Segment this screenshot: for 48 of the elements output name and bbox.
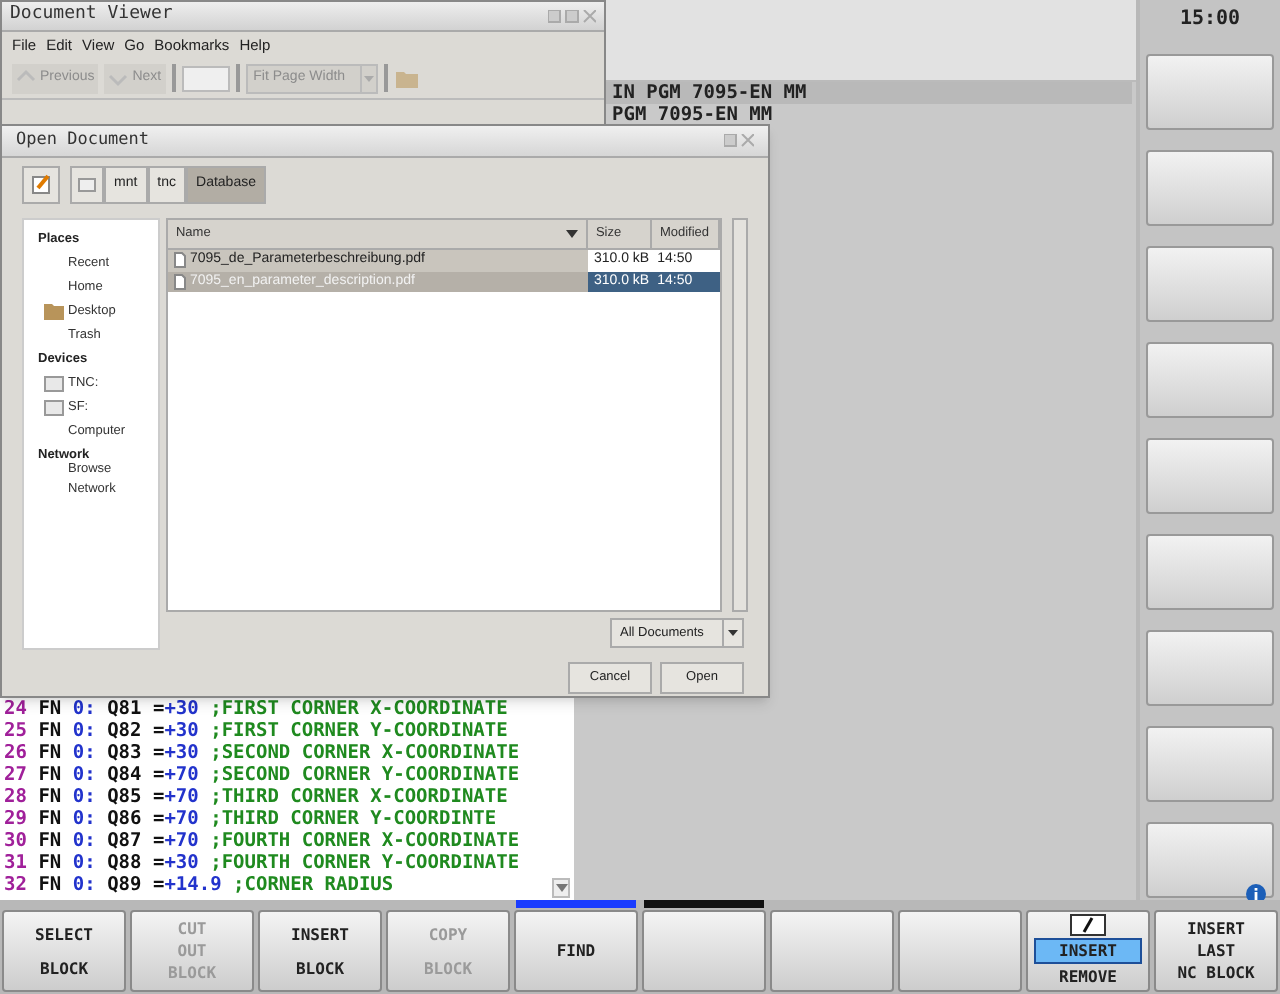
window-controls-icon[interactable] [548, 9, 596, 23]
page-field[interactable] [181, 65, 230, 91]
scrollbar[interactable] [731, 218, 748, 612]
softkey[interactable]: SELECT BLOCK [2, 910, 126, 992]
side-softkey[interactable] [1146, 726, 1274, 802]
drive-button[interactable] [70, 165, 104, 203]
side-softkey[interactable] [1146, 534, 1274, 610]
toggle-icon [1070, 914, 1106, 936]
program-line: 29 FN 0: Q86 =+70 ;THIRD CORNER Y-COORDINTE [2, 808, 499, 830]
toggle-option: INSERT [1034, 938, 1142, 964]
dialog-title: Open Document [16, 128, 150, 154]
program-line: 32 FN 0: Q89 =+14.9 ;CORNER RADIUS [2, 874, 396, 896]
caret-icon [722, 620, 742, 646]
caret-icon [555, 884, 567, 892]
program-line: 30 FN 0: Q87 =+70 ;FOURTH CORNER X-COORDINATE [2, 830, 522, 852]
side-softkey[interactable] [1146, 342, 1274, 418]
side-softkey[interactable] [1146, 630, 1274, 706]
caret-icon [359, 65, 376, 91]
program-line: PGM 7095-EN MM [610, 104, 775, 126]
clock: 15:00 [1179, 6, 1241, 34]
softkey[interactable]: INSERT BLOCK [258, 910, 382, 992]
softkey[interactable] [770, 910, 894, 992]
window-controls-icon[interactable] [724, 134, 754, 148]
side-softkey[interactable] [1146, 54, 1274, 130]
side-softkey[interactable] [1146, 150, 1274, 226]
program-line: 31 FN 0: Q88 =+30 ;FOURTH CORNER Y-COORDINATE [2, 852, 522, 874]
edit-path-button[interactable] [22, 165, 60, 203]
pencil-icon [31, 174, 51, 194]
folder-icon [44, 304, 64, 320]
window-title: Document Viewer [10, 2, 173, 29]
program-line: 28 FN 0: Q85 =+70 ;THIRD CORNER X-COORDINATE [2, 786, 510, 808]
toggle-option: REMOVE [1034, 966, 1142, 988]
side-softkey[interactable] [1146, 822, 1274, 898]
program-line: 26 FN 0: Q83 =+30 ;SECOND CORNER X-COORDINATE [2, 742, 522, 764]
softkey[interactable] [642, 910, 766, 992]
side-softkey[interactable] [1146, 246, 1274, 322]
side-softkey[interactable] [1146, 438, 1274, 514]
softkey[interactable]: INSERT LAST NC BLOCK [1154, 910, 1278, 992]
sort-icon [565, 230, 578, 238]
program-line: 24 FN 0: Q81 =+30 ;FIRST CORNER X-COORDINATE [2, 698, 510, 720]
scroll-down-button[interactable] [552, 878, 570, 898]
program-line: 25 FN 0: Q82 =+30 ;FIRST CORNER Y-COORDINATE [2, 720, 510, 742]
softkey[interactable] [898, 910, 1022, 992]
folder-icon [396, 69, 419, 87]
softkey[interactable]: FIND [514, 910, 638, 992]
program-line: 27 FN 0: Q84 =+70 ;SECOND CORNER Y-COORDINATE [2, 764, 522, 786]
drive-icon [78, 177, 96, 191]
softkey[interactable]: INSERT REMOVE [1026, 910, 1150, 992]
